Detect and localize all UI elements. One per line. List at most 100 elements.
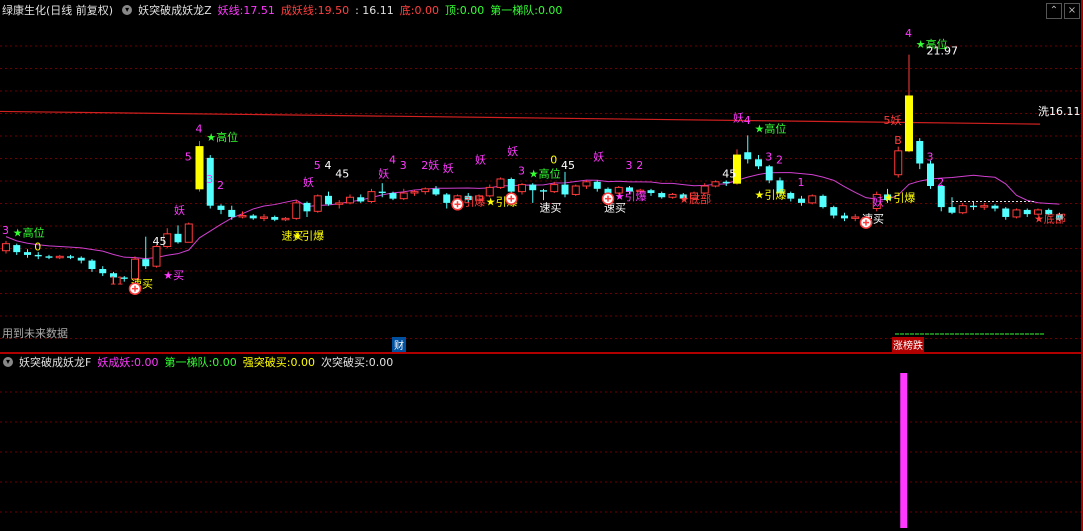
- signal-label: 5: [185, 151, 192, 164]
- candle-body: [916, 140, 924, 164]
- tidui-value: 0.00: [537, 3, 563, 17]
- candle-body: [841, 215, 848, 219]
- candle-body: [905, 95, 913, 152]
- yao-line-label: 妖线:: [217, 4, 244, 17]
- signal-label: 3: [2, 224, 9, 237]
- candlestick-chart[interactable]: 3 ★高位011 速买45★买妖54★高位3 2速买★引爆妖5 445 妖4 3 2妖 妖★引爆…: [0, 0, 1083, 531]
- candle-body: [485, 186, 494, 197]
- sub-collapse-icon[interactable]: ▾: [3, 357, 13, 367]
- candle-body: [550, 184, 559, 193]
- collapse-icon[interactable]: ▾: [122, 5, 133, 15]
- candle-body: [410, 191, 419, 194]
- cai-marker[interactable]: 财: [392, 337, 406, 352]
- signal-label: 45: [153, 235, 167, 248]
- candle-body: [647, 190, 655, 194]
- candle-body: [711, 181, 720, 187]
- candle-body: [142, 259, 150, 267]
- candle-body: [346, 196, 354, 204]
- chart-header: 绿康生化(日线 前复权) ▾ 妖突破成妖龙Z 妖线: 17.51 成妖线: 19…: [0, 0, 1083, 20]
- candle-body: [970, 205, 977, 208]
- yaocheng-bar: [900, 373, 908, 528]
- candle-body: [991, 205, 999, 209]
- signal-label: 2妖: [421, 158, 439, 172]
- candle-body: [582, 181, 591, 187]
- candle-body: [808, 195, 817, 204]
- candle-body: [335, 202, 344, 205]
- candle-body: [507, 178, 515, 192]
- signal-label: 妖: [443, 161, 454, 175]
- sub-panel-header: ▾ 妖突破成妖龙F 妖成妖: 0.00 第一梯队: 0.00 强突破买: 0.0…: [0, 354, 399, 370]
- signal-label: 妖: [873, 195, 884, 209]
- signal-label: ★买: [163, 269, 184, 282]
- signal-label: 2: [937, 176, 944, 189]
- candle-body: [184, 223, 193, 243]
- signal-label: 妖: [378, 167, 389, 181]
- sub-indicator-name[interactable]: 妖突破成妖龙F: [19, 354, 91, 370]
- price-value: : 16.11: [355, 3, 394, 17]
- signal-label: 5妖: [884, 113, 902, 127]
- indicator-name[interactable]: 妖突破成妖龙Z: [138, 2, 212, 18]
- yao-line-value: 17.51: [243, 3, 275, 17]
- signal-label: 3: [518, 165, 525, 178]
- signal-label: 妖: [174, 203, 185, 217]
- signal-label: 4: [905, 27, 912, 40]
- signal-label: 4: [389, 153, 396, 166]
- candle-body: [249, 215, 257, 219]
- expand-button[interactable]: ⌃: [1046, 3, 1062, 19]
- ci-label: 次突破买:: [320, 356, 369, 369]
- candle-body: [1012, 209, 1021, 218]
- signal-label: 2: [217, 179, 224, 192]
- ding-label: 顶:: [445, 4, 460, 17]
- candle-body: [529, 184, 537, 191]
- candle-body: [2, 243, 10, 252]
- ding-value: 0.00: [459, 3, 485, 17]
- candle-body: [88, 260, 96, 269]
- sub-tidui-value: 0.00: [212, 355, 237, 369]
- signal-label: 45: [722, 168, 736, 181]
- candle-body: [561, 184, 569, 195]
- candle-body: [1002, 208, 1010, 217]
- signal-label: 2: [636, 159, 643, 172]
- candle-body: [378, 191, 386, 194]
- close-button[interactable]: ×: [1064, 3, 1080, 19]
- yaocheng-value: 0.00: [134, 355, 159, 369]
- candle-body: [325, 195, 332, 205]
- zhangbang-label[interactable]: 涨榜跌: [892, 337, 924, 352]
- candle-body: [593, 181, 601, 189]
- candle-body: [303, 202, 311, 212]
- candle-body: [357, 197, 365, 202]
- sub-tidui-label: 第一梯队:: [164, 356, 213, 369]
- signal-label: 速买: [540, 201, 562, 214]
- signal-label: 45: [561, 159, 575, 172]
- candle-body: [755, 159, 762, 167]
- yaocheng-label: 妖成妖:: [97, 356, 135, 369]
- candle-body: [744, 152, 752, 160]
- candle-body: [24, 252, 31, 255]
- signal-label: B: [894, 134, 902, 147]
- candle-body: [152, 245, 161, 267]
- candle-body: [432, 188, 440, 195]
- candle-body: [313, 195, 322, 212]
- candle-body: [13, 245, 21, 253]
- candle-body: [260, 216, 268, 219]
- ci-value: 0.00: [368, 355, 394, 369]
- signal-label: 4: [196, 123, 203, 136]
- qiang-label: 强突破买:: [242, 356, 291, 369]
- di-label: 底:: [399, 4, 415, 17]
- signal-label: 妖: [475, 152, 486, 166]
- price-label: 洗16.11: [1038, 105, 1081, 118]
- signal-label: 0: [34, 241, 41, 254]
- candle-body: [271, 216, 279, 220]
- candle-body: [765, 166, 773, 181]
- chengyao-value: 19.50: [317, 3, 350, 17]
- candle-body: [927, 163, 934, 186]
- candle-body: [228, 209, 236, 217]
- candle-body: [399, 192, 408, 200]
- signal-label: 3: [927, 151, 934, 164]
- candle-body: [195, 146, 204, 190]
- candle-body: [604, 188, 612, 194]
- signal-label: ★引爆: [884, 190, 916, 204]
- signal-label: 妖: [593, 150, 604, 164]
- candle-body: [819, 195, 827, 208]
- stock-title[interactable]: 绿康生化(日线 前复权): [2, 2, 113, 18]
